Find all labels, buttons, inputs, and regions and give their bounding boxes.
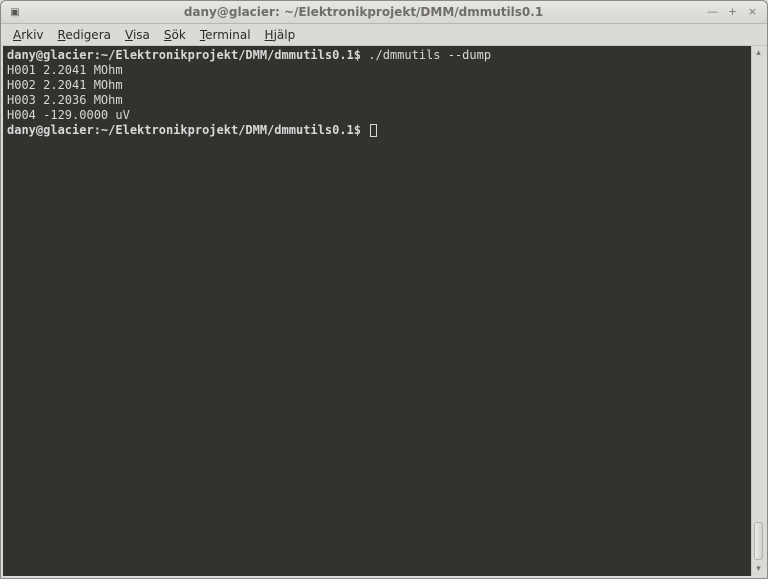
menu-arkiv[interactable]: Arkiv <box>7 26 50 44</box>
menubar: Arkiv Redigera Visa Sök Terminal Hjälp <box>1 24 767 46</box>
menu-terminal-label: erminal <box>205 28 250 42</box>
menu-redigera-label: edigera <box>65 28 111 42</box>
command-text: ./dmmutils --dump <box>368 48 491 62</box>
menu-sok-label: ök <box>172 28 186 42</box>
terminal-viewport[interactable]: dany@glacier:~/Elektronikprojekt/DMM/dmm… <box>3 46 751 576</box>
menu-visa[interactable]: Visa <box>119 26 156 44</box>
terminal-window: ▣ dany@glacier: ~/Elektronikprojekt/DMM/… <box>0 0 768 579</box>
menu-arkiv-mnemonic: A <box>13 28 21 42</box>
menu-redigera[interactable]: Redigera <box>52 26 117 44</box>
app-icon: ▣ <box>7 4 23 20</box>
menu-visa-label: isa <box>133 28 150 42</box>
menu-hjalp-mnemonic: H <box>265 28 274 42</box>
window-title: dany@glacier: ~/Elektronikprojekt/DMM/dm… <box>23 5 704 19</box>
output-line: H002 2.2041 MOhm <box>7 78 123 92</box>
menu-arkiv-label: rkiv <box>21 28 43 42</box>
scroll-up-icon[interactable]: ▴ <box>752 46 765 60</box>
terminal-wrap: dany@glacier:~/Elektronikprojekt/DMM/dmm… <box>1 46 767 578</box>
output-line: H001 2.2041 MOhm <box>7 63 123 77</box>
scrollbar-thumb[interactable] <box>754 522 763 560</box>
cursor-icon <box>370 124 377 137</box>
menu-visa-mnemonic: V <box>125 28 133 42</box>
menu-hjalp[interactable]: Hjälp <box>259 26 302 44</box>
titlebar[interactable]: ▣ dany@glacier: ~/Elektronikprojekt/DMM/… <box>1 1 767 24</box>
maximize-button[interactable]: + <box>724 5 741 19</box>
scrollbar[interactable]: ▴ ▾ <box>751 46 765 576</box>
output-line: H004 -129.0000 uV <box>7 108 130 122</box>
scrollbar-track[interactable] <box>752 60 765 562</box>
menu-sok[interactable]: Sök <box>158 26 192 44</box>
prompt: dany@glacier:~/Elektronikprojekt/DMM/dmm… <box>7 123 361 137</box>
menu-terminal[interactable]: Terminal <box>194 26 257 44</box>
menu-sok-mnemonic: S <box>164 28 172 42</box>
minimize-button[interactable]: — <box>704 5 721 19</box>
output-line: H003 2.2036 MOhm <box>7 93 123 107</box>
prompt: dany@glacier:~/Elektronikprojekt/DMM/dmm… <box>7 48 361 62</box>
close-button[interactable]: × <box>744 5 761 19</box>
titlebar-buttons: — + × <box>704 5 761 19</box>
scroll-down-icon[interactable]: ▾ <box>752 562 765 576</box>
menu-hjalp-label: jälp <box>274 28 296 42</box>
